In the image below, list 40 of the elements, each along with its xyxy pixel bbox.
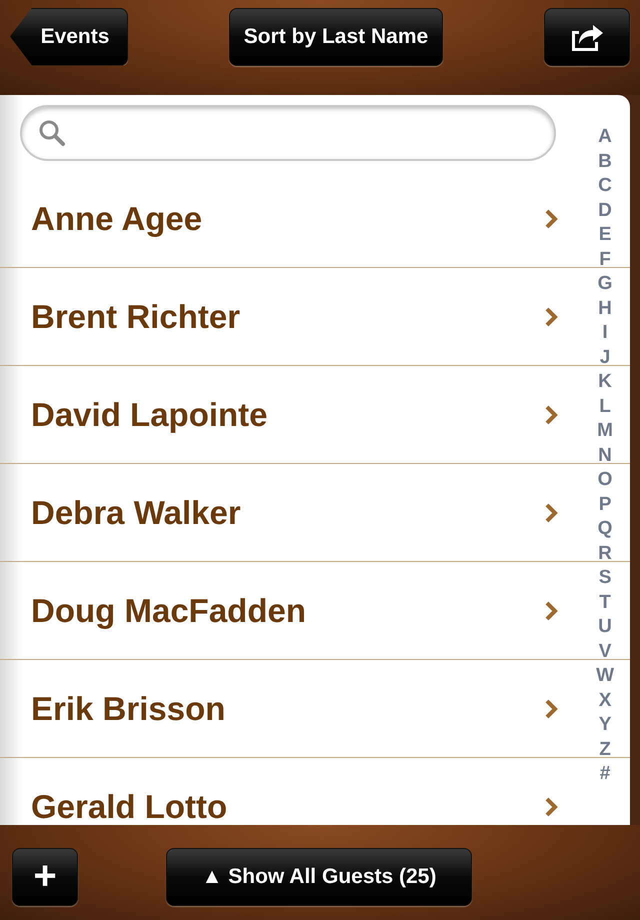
index-letter[interactable]: S xyxy=(598,566,612,590)
guest-name: Debra Walker xyxy=(31,494,241,532)
index-letter[interactable]: P xyxy=(598,492,612,517)
index-letter[interactable]: M xyxy=(597,419,613,444)
show-all-button[interactable]: ▲ Show All Guests (25) xyxy=(166,848,472,906)
chevron-icon xyxy=(544,698,558,720)
index-letter[interactable]: K xyxy=(598,370,612,394)
index-letter[interactable]: D xyxy=(598,198,612,223)
index-letter[interactable]: # xyxy=(600,762,610,786)
index-letter[interactable]: E xyxy=(598,223,612,248)
guest-name: Anne Agee xyxy=(31,200,202,238)
index-letter[interactable]: G xyxy=(598,272,612,296)
chevron-icon xyxy=(544,306,558,328)
search-icon xyxy=(38,118,66,146)
chevron-icon xyxy=(544,600,558,622)
back-button[interactable]: Events xyxy=(10,8,128,66)
guest-name: Doug MacFadden xyxy=(31,592,306,630)
add-button[interactable]: + xyxy=(12,848,78,906)
index-letter[interactable]: Y xyxy=(598,713,612,738)
guest-name: Erik Brisson xyxy=(31,690,226,728)
index-letter[interactable]: X xyxy=(598,688,612,713)
guest-name: David Lapointe xyxy=(31,396,268,434)
index-letter[interactable]: C xyxy=(598,174,612,198)
share-button[interactable] xyxy=(544,8,630,66)
chevron-icon xyxy=(544,796,558,818)
chevron-icon xyxy=(544,208,558,230)
index-letter[interactable]: W xyxy=(596,664,614,688)
guest-name: Gerald Lotto xyxy=(31,788,228,825)
index-letter[interactable]: I xyxy=(602,321,608,346)
index-letter[interactable]: H xyxy=(598,296,612,321)
index-letter[interactable]: O xyxy=(598,468,612,492)
index-letter[interactable]: U xyxy=(598,615,612,640)
guest-name: Brent Richter xyxy=(31,298,240,336)
chevron-icon xyxy=(544,502,558,524)
chevron-icon xyxy=(544,404,558,426)
index-letter[interactable]: T xyxy=(599,590,611,615)
sort-button[interactable]: Sort by Last Name xyxy=(228,8,444,66)
index-letter[interactable]: A xyxy=(598,125,612,150)
index-letter[interactable]: Q xyxy=(598,517,612,542)
index-letter[interactable]: L xyxy=(599,394,611,419)
